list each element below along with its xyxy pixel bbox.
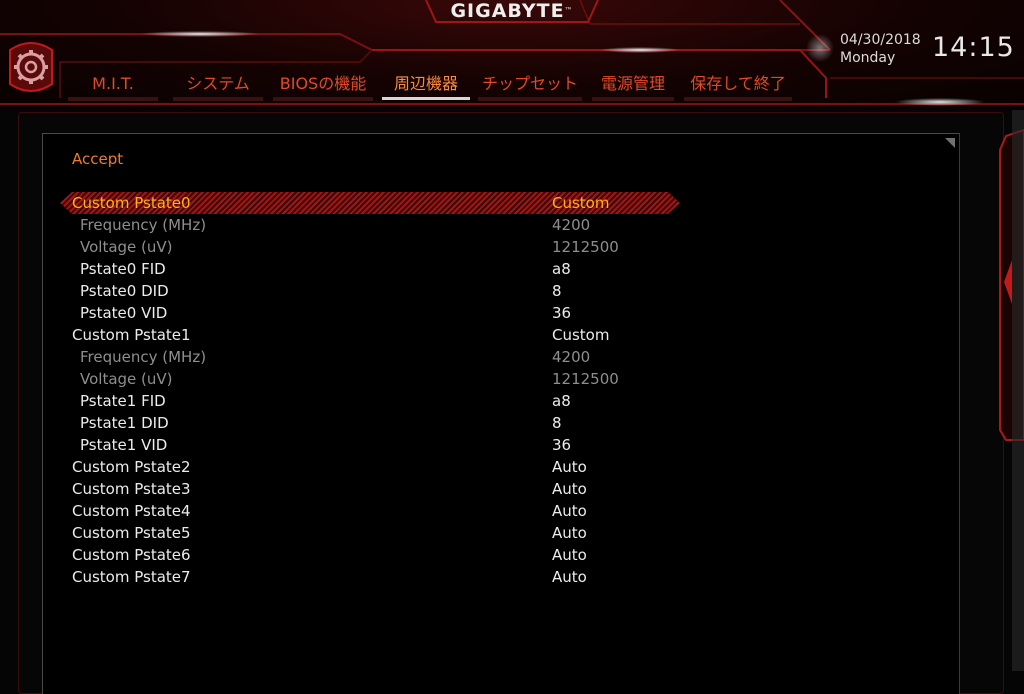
tab-power[interactable]: 電源管理 xyxy=(592,70,674,101)
setting-value: 1212500 xyxy=(552,238,619,256)
setting-pstate0-frequency: Frequency (MHz) 4200 xyxy=(60,214,680,236)
setting-value: 1212500 xyxy=(552,370,619,388)
setting-label: Custom Pstate7 xyxy=(72,568,191,586)
setting-pstate1-did[interactable]: Pstate1 DID 8 xyxy=(60,412,680,434)
setting-value[interactable]: Auto xyxy=(552,545,587,565)
setting-pstate0-fid[interactable]: Pstate0 FID a8 xyxy=(60,258,680,280)
side-panel-handle[interactable] xyxy=(998,110,1024,671)
setting-label: Pstate1 DID xyxy=(80,414,169,432)
setting-label: Voltage (uV) xyxy=(80,370,173,388)
setting-custom-pstate4[interactable]: Custom Pstate4 Auto xyxy=(60,500,680,522)
setting-value[interactable]: Custom xyxy=(552,325,609,345)
setting-pstate1-voltage: Voltage (uV) 1212500 xyxy=(60,368,680,390)
setting-value[interactable]: 36 xyxy=(552,435,571,455)
setting-value[interactable]: 8 xyxy=(552,281,562,301)
setting-value: 4200 xyxy=(552,348,591,366)
setting-pstate0-voltage: Voltage (uV) 1212500 xyxy=(60,236,680,258)
setting-custom-pstate1[interactable]: Custom Pstate1 Custom xyxy=(60,324,680,346)
tab-peripherals[interactable]: 周辺機器 xyxy=(382,70,470,100)
setting-label: Custom Pstate5 xyxy=(72,524,191,542)
tab-mit[interactable]: M.I.T. xyxy=(68,70,158,101)
setting-value[interactable]: Auto xyxy=(552,501,587,521)
setting-label: Voltage (uV) xyxy=(80,238,173,256)
setting-label: Frequency (MHz) xyxy=(80,348,207,366)
tab-save-exit[interactable]: 保存して終了 xyxy=(684,70,792,101)
setting-pstate0-did[interactable]: Pstate0 DID 8 xyxy=(60,280,680,302)
brand-logo: GIGABYTE™ xyxy=(450,0,574,22)
setting-value[interactable]: Auto xyxy=(552,567,587,587)
setting-label: Pstate0 VID xyxy=(80,304,168,322)
gear-icon[interactable] xyxy=(6,38,56,96)
setting-label: Custom Pstate6 xyxy=(72,546,191,564)
setting-label: Custom Pstate1 xyxy=(72,326,191,344)
setting-value[interactable]: Auto xyxy=(552,457,587,477)
setting-label: Frequency (MHz) xyxy=(80,216,207,234)
setting-label: Pstate1 FID xyxy=(80,392,166,410)
setting-custom-pstate2[interactable]: Custom Pstate2 Auto xyxy=(60,456,680,478)
setting-custom-pstate7[interactable]: Custom Pstate7 Auto xyxy=(60,566,680,588)
setting-pstate0-vid[interactable]: Pstate0 VID 36 xyxy=(60,302,680,324)
date-text: 04/30/2018 xyxy=(840,32,921,48)
day-text: Monday xyxy=(840,50,896,66)
setting-value[interactable]: Auto xyxy=(552,523,587,543)
setting-label: Custom Pstate2 xyxy=(72,458,191,476)
clock: 14:15 xyxy=(932,32,1015,63)
setting-label: Pstate1 VID xyxy=(80,436,168,454)
setting-label: Custom Pstate0 xyxy=(72,194,191,212)
setting-label: Custom Pstate4 xyxy=(72,502,191,520)
setting-custom-pstate3[interactable]: Custom Pstate3 Auto xyxy=(60,478,680,500)
date-display: 04/30/2018 Monday xyxy=(840,31,921,67)
setting-label: Custom Pstate3 xyxy=(72,480,191,498)
panel-corner-icon xyxy=(945,138,955,148)
setting-pstate1-fid[interactable]: Pstate1 FID a8 xyxy=(60,390,680,412)
tab-chipset[interactable]: チップセット xyxy=(478,70,582,101)
setting-label: Pstate0 DID xyxy=(80,282,169,300)
setting-value[interactable]: 8 xyxy=(552,413,562,433)
tab-system[interactable]: システム xyxy=(173,70,263,101)
setting-pstate1-vid[interactable]: Pstate1 VID 36 xyxy=(60,434,680,456)
setting-pstate1-frequency: Frequency (MHz) 4200 xyxy=(60,346,680,368)
setting-value[interactable]: a8 xyxy=(552,391,571,411)
panel-heading: Accept xyxy=(72,150,124,168)
setting-custom-pstate6[interactable]: Custom Pstate6 Auto xyxy=(60,544,680,566)
tab-bios-features[interactable]: BIOSの機能 xyxy=(273,70,373,101)
setting-label: Pstate0 FID xyxy=(80,260,166,278)
setting-custom-pstate5[interactable]: Custom Pstate5 Auto xyxy=(60,522,680,544)
setting-value: 4200 xyxy=(552,216,591,234)
setting-custom-pstate0[interactable]: Custom Pstate0 Custom xyxy=(60,192,680,214)
setting-value[interactable]: a8 xyxy=(552,259,571,279)
setting-value[interactable]: Custom xyxy=(552,193,609,213)
setting-value[interactable]: 36 xyxy=(552,303,571,323)
setting-value[interactable]: Auto xyxy=(552,479,587,499)
